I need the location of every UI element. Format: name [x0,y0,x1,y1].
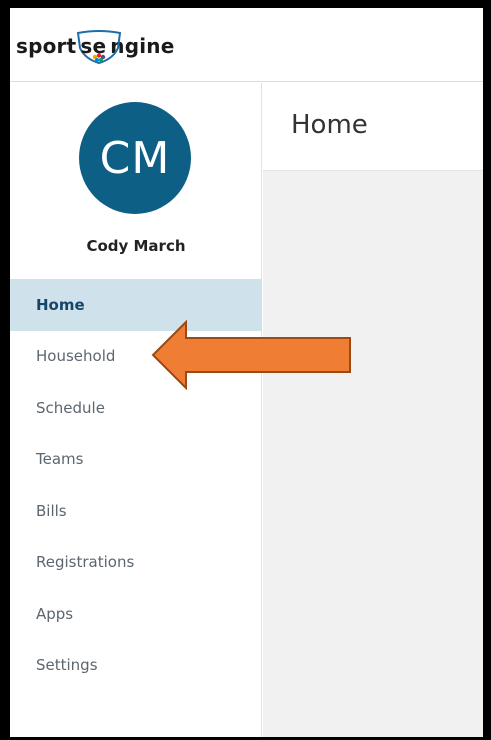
avatar[interactable]: CM [79,102,191,214]
sidebar-item-teams[interactable]: Teams [10,434,262,486]
top-bar: sport se ngine [10,8,483,82]
page-header: Home [263,83,483,171]
sidebar-item-settings[interactable]: Settings [10,640,262,692]
sidebar-item-registrations[interactable]: Registrations [10,537,262,589]
sidebar-item-bills[interactable]: Bills [10,485,262,537]
logo-text-pre: sport [16,34,77,58]
logo-text-post: ngine [110,34,175,58]
sidebar-item-apps[interactable]: Apps [10,588,262,640]
main-content: Home [263,83,483,737]
sidebar: CM Cody March Home Household Schedule Te… [10,83,262,737]
app-window: sport se ngine CM Cody March Home Househo… [0,0,491,740]
user-name: Cody March [86,237,186,255]
left-arrow-annotation [151,320,351,390]
page-title: Home [291,110,368,140]
sportsengine-logo[interactable]: sport se ngine [16,28,175,65]
logo-text-mid: se [77,30,122,65]
